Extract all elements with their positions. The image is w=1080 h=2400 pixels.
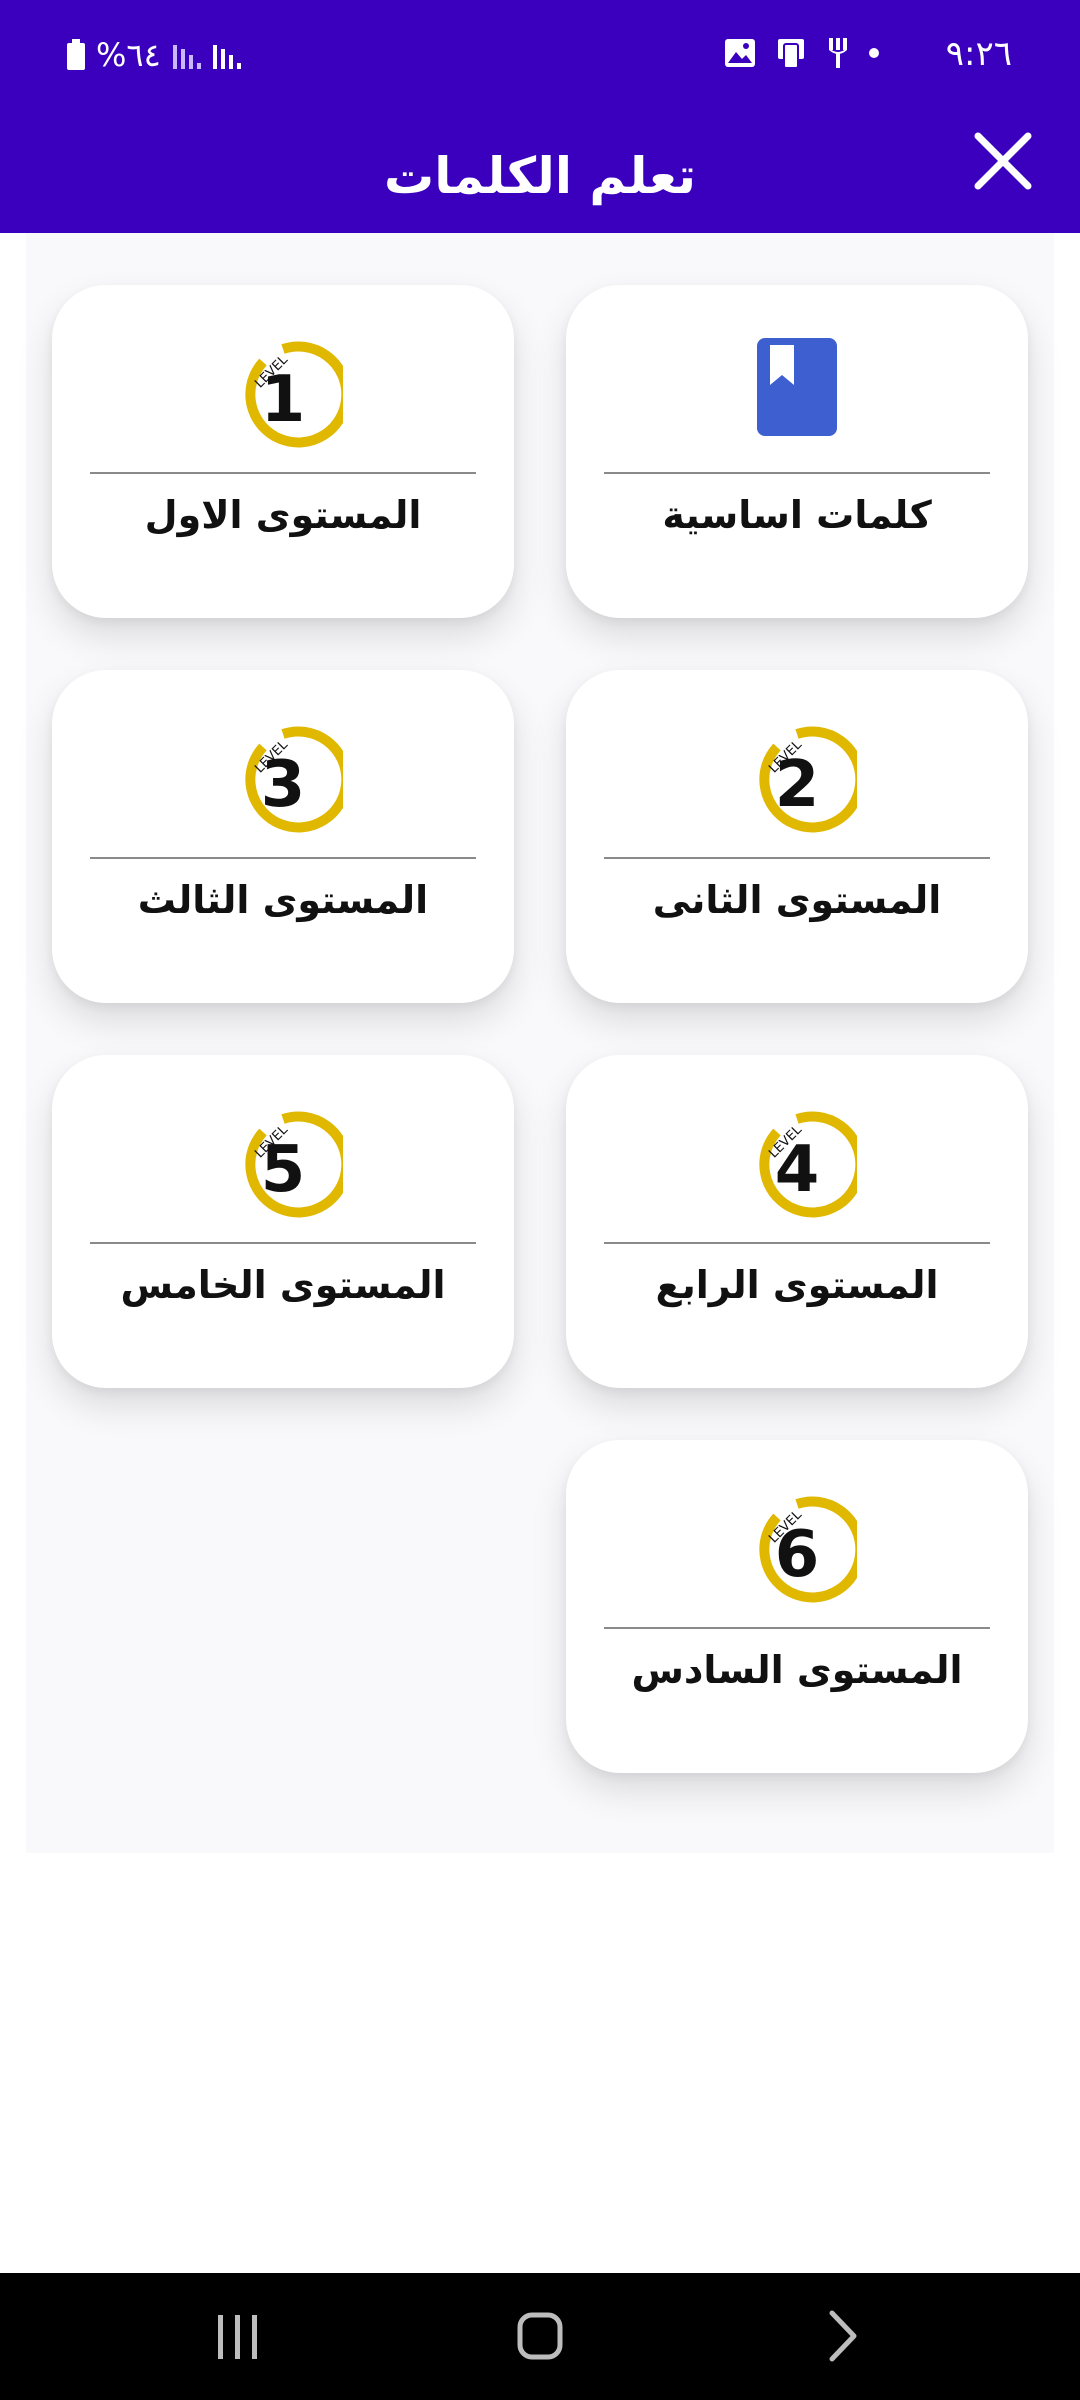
level-number: 1 — [261, 363, 306, 437]
screen: ٩:٢٦ %٦٤ تعلم الكلمات كلمات اساسية LEVEL… — [0, 0, 1080, 2400]
close-button[interactable] — [968, 126, 1038, 196]
card-label: المستوى السادس — [631, 1648, 963, 1692]
card-divider — [604, 857, 990, 859]
card-label: المستوى الخامس — [120, 1263, 446, 1307]
card-divider — [90, 1242, 476, 1244]
level-badge-icon: LEVEL 1 — [245, 341, 343, 448]
card-label: المستوى الرابع — [655, 1263, 939, 1307]
card-label: كلمات اساسية — [662, 493, 932, 537]
level-badge-icon: LEVEL 3 — [245, 726, 343, 833]
dot-icon — [869, 48, 879, 58]
card-basic-words[interactable]: كلمات اساسية — [566, 285, 1028, 618]
close-icon — [974, 132, 1032, 190]
card-icon: LEVEL 3 — [52, 722, 514, 842]
card-icon: LEVEL 2 — [566, 722, 1028, 842]
card-divider — [604, 472, 990, 474]
recent-apps-icon — [218, 2315, 257, 2359]
card-icon — [566, 337, 1028, 457]
bookmark-icon — [757, 338, 837, 436]
card-level-3[interactable]: LEVEL 3 المستوى الثالث — [52, 670, 514, 1003]
level-badge-icon: LEVEL 6 — [759, 1496, 857, 1603]
card-label: المستوى الثانى — [652, 878, 942, 922]
back-button[interactable] — [802, 2301, 882, 2371]
signal-icon — [172, 45, 241, 69]
status-system-icons: %٦٤ — [66, 36, 251, 74]
level-badge-icon: LEVEL 5 — [245, 1111, 343, 1218]
battery-percentage: %٦٤ — [96, 36, 161, 74]
level-number: 6 — [775, 1518, 820, 1592]
card-level-1[interactable]: LEVEL 1 المستوى الاول — [52, 285, 514, 618]
page-title: تعلم الكلمات — [384, 146, 696, 205]
level-badge-icon: LEVEL 2 — [759, 726, 857, 833]
card-icon: LEVEL 5 — [52, 1107, 514, 1227]
card-level-4[interactable]: LEVEL 4 المستوى الرابع — [566, 1055, 1028, 1388]
status-time: ٩:٢٦ — [945, 34, 1012, 74]
card-divider — [90, 472, 476, 474]
card-divider — [604, 1627, 990, 1629]
recent-apps-button[interactable] — [198, 2301, 278, 2371]
card-level-2[interactable]: LEVEL 2 المستوى الثانى — [566, 670, 1028, 1003]
card-label: المستوى الاول — [144, 493, 422, 537]
level-number: 2 — [775, 748, 820, 822]
home-button[interactable] — [500, 2301, 580, 2371]
card-icon: LEVEL 4 — [566, 1107, 1028, 1227]
level-number: 5 — [261, 1133, 306, 1207]
app-bar: ٩:٢٦ %٦٤ تعلم الكلمات — [0, 0, 1080, 233]
system-navigation-bar — [0, 2273, 1080, 2400]
card-divider — [90, 857, 476, 859]
level-number: 3 — [261, 748, 306, 822]
level-number: 4 — [775, 1133, 820, 1207]
home-icon — [517, 2312, 563, 2360]
card-icon: LEVEL 6 — [566, 1492, 1028, 1612]
back-icon — [829, 2310, 857, 2362]
card-label: المستوى الثالث — [137, 878, 429, 922]
status-bar: ٩:٢٦ %٦٤ — [0, 0, 1080, 118]
card-level-5[interactable]: LEVEL 5 المستوى الخامس — [52, 1055, 514, 1388]
status-notification-icons — [724, 36, 880, 70]
device-transfer-icon — [778, 39, 804, 69]
fork-icon — [829, 38, 847, 68]
card-level-6[interactable]: LEVEL 6 المستوى السادس — [566, 1440, 1028, 1773]
levels-grid: كلمات اساسية LEVEL 1 المستوى الاول LEVEL… — [26, 233, 1054, 1853]
battery-icon — [67, 39, 85, 70]
level-badge-icon: LEVEL 4 — [759, 1111, 857, 1218]
card-divider — [604, 1242, 990, 1244]
image-icon — [725, 39, 755, 67]
card-icon: LEVEL 1 — [52, 337, 514, 457]
